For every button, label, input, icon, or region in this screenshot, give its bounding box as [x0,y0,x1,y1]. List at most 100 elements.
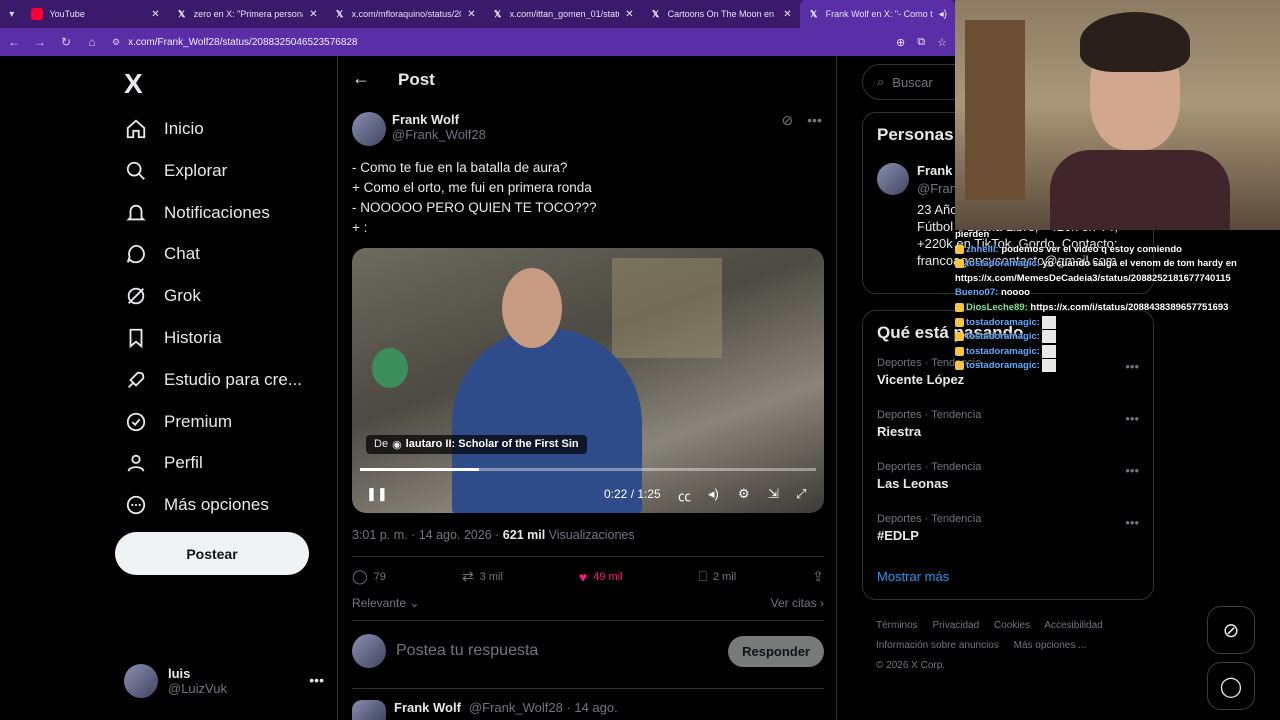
more-horizontal-icon[interactable]: ••• [1125,463,1139,478]
close-tab-icon[interactable]: ✕ [467,9,475,20]
reply-input[interactable]: Postea tu respuesta [396,642,718,660]
bookmark-icon: ⎕ [698,568,707,584]
sidebar-item-mas-opciones[interactable]: Más opciones [124,493,269,517]
chat-badge-icon [955,259,964,269]
like-button[interactable]: ♥ 49 mil [579,568,623,585]
tweet-timestamp[interactable]: 3:01 p. m. · 14 ago. 2026 · [352,528,503,542]
reply-tweet[interactable]: Frank Wolf @Frank_Wolf28 · 14 ago. [352,700,618,720]
close-tab-icon[interactable]: ✕ [783,9,791,20]
x-icon: 𝕏 [335,8,344,19]
share-button[interactable]: ⇪ [812,568,824,585]
sidebar-item-premium[interactable]: Premium [124,410,232,434]
account-switcher[interactable]: luis @LuizVuk ••• [124,664,324,698]
chat-badge-icon [955,361,964,371]
more-horizontal-icon[interactable]: ••• [807,112,822,129]
star-icon[interactable]: ☆ [937,36,947,49]
trend-name: Vicente López [877,372,965,387]
x-icon: 𝕏 [493,8,502,19]
close-tab-icon[interactable]: ✕ [151,9,159,20]
close-tab-icon[interactable]: ✕ [309,9,317,20]
video-source-label[interactable]: De ◉ lautaro II: Scholar of the First Si… [366,435,587,454]
more-horizontal-icon[interactable]: ••• [1125,515,1139,530]
tab-list-chevron-icon[interactable]: ▾ [0,9,23,20]
reply-sort-dropdown[interactable]: Relevante ⌄ [352,596,419,610]
back-arrow-icon[interactable]: ← [8,35,20,49]
trend-item[interactable]: Deportes · Tendencia #EDLP ••• [877,513,1139,543]
reply-author: Frank Wolf [394,700,461,715]
footer-link[interactable]: Términos [876,620,918,631]
sidebar-item-explorar[interactable]: Explorar [124,159,227,183]
address-bar[interactable]: ⚙ x.com/Frank_Wolf28/status/208832504652… [112,37,882,48]
captions-icon[interactable]: ㏄ [678,486,691,505]
view-quotes-link[interactable]: Ver citas › [771,596,824,610]
sidebar-item-notificaciones[interactable]: Notificaciones [124,201,270,225]
footer-link[interactable]: Accesibilidad [1044,620,1102,631]
forward-arrow-icon[interactable]: → [34,35,46,49]
chat-fab-button[interactable]: ◯ [1207,662,1255,710]
post-button[interactable]: Postear [115,532,309,575]
speaker-icon[interactable]: ◂) [939,9,947,20]
divider [352,556,824,557]
close-tab-icon[interactable]: ✕ [625,9,633,20]
sidebar-item-inicio[interactable]: Inicio [124,117,204,141]
sidebar-item-chat[interactable]: Chat [124,242,200,266]
x-logo-icon[interactable]: X [124,68,143,100]
sidebar-item-perfil[interactable]: Perfil [124,451,203,475]
tweet-author-name[interactable]: Frank Wolf [392,112,486,127]
reply-button[interactable]: ◯ 79 [352,568,386,585]
bookmark-button[interactable]: ⎕ 2 mil [699,568,737,585]
footer-link[interactable]: Privacidad [932,620,979,631]
browser-tab[interactable]: 𝕏 Cartoons On The Moon en X: " ✕ [642,0,800,28]
page-title: Post [398,70,435,89]
main-column: ← Post Frank Wolf @Frank_Wolf28 ⊘ ••• - … [337,56,837,720]
grok-fab-button[interactable]: ⊘ [1207,606,1255,654]
divider [352,688,824,689]
footer-link[interactable]: Información sobre anuncios [876,640,999,651]
site-info-icon[interactable]: ⚙ [112,37,120,48]
trend-item[interactable]: Deportes · Tendencia Las Leonas ••• [877,461,1139,491]
sidebar-item-label: Explorar [164,161,228,180]
settings-gear-icon[interactable]: ⚙ [738,486,750,502]
trend-item[interactable]: Deportes · Tendencia Riestra ••• [877,409,1139,439]
more-horizontal-icon[interactable]: ••• [1125,411,1139,426]
browser-tab[interactable]: 𝕏 x.com/ittan_gomen_01/status/2 ✕ [484,0,642,28]
sidebar-item-historia[interactable]: Historia [124,326,222,350]
reload-icon[interactable]: ↻ [60,35,72,49]
chat-message: DiosLeche89: https://x.com/i/status/2088… [955,301,1280,316]
browser-tab[interactable]: 𝕏 zero en X: "Primera persona en ✕ [168,0,326,28]
heart-icon: ♥ [578,568,588,585]
author-avatar[interactable] [352,112,386,146]
fullscreen-icon[interactable]: ⤢ [796,486,806,502]
footer-link[interactable]: Cookies [994,620,1030,631]
back-arrow-icon[interactable]: ← [352,68,370,89]
tab-title: Cartoons On The Moon en X: " [667,9,778,19]
pip-icon[interactable]: ⇲ [768,486,779,502]
video-player[interactable]: De ◉ lautaro II: Scholar of the First Si… [352,248,824,513]
browser-tab[interactable]: YouTube ✕ [23,0,167,28]
browser-tab[interactable]: 𝕏 x.com/mfloraquino/status/208 ✕ [326,0,484,28]
home-icon[interactable]: ⌂ [86,35,98,49]
repost-button[interactable]: ⇄ 3 mil [462,568,503,585]
chat-badge-icon [955,346,964,356]
reply-handle: @Frank_Wolf28 · 14 ago. [468,700,618,715]
like-count: 49 mil [593,570,623,583]
volume-icon[interactable]: ◂) [708,486,719,502]
pause-icon[interactable]: ❚❚ [366,486,388,502]
grok-icon[interactable]: ⊘ [782,112,794,129]
show-more-link[interactable]: Mostrar más [877,569,949,584]
rocket-icon [124,368,148,392]
browser-tab-active[interactable]: 𝕏 Frank Wolf en X: "- Como t ◂) [799,0,955,28]
reply-submit-button[interactable]: Responder [728,635,824,667]
sidebar-item-estudio[interactable]: Estudio para cre... [124,368,302,392]
more-horizontal-icon[interactable]: ••• [309,672,324,688]
tab-title: zero en X: "Primera persona en [193,9,304,19]
tweet-author-handle[interactable]: @Frank_Wolf28 [392,127,486,142]
sidebar-item-label: Historia [164,328,222,347]
sidebar-item-grok[interactable]: Grok [124,284,201,308]
video-progress-bar[interactable] [360,468,816,471]
install-icon[interactable]: ⧉ [917,36,925,49]
zoom-icon[interactable]: ⊕ [896,36,905,49]
chat-message: tostadoramagic: [955,315,1280,331]
sidebar: X Inicio Explorar Notificaciones Chat Gr… [0,56,337,720]
footer-link[interactable]: Más opciones ... [1014,640,1087,651]
